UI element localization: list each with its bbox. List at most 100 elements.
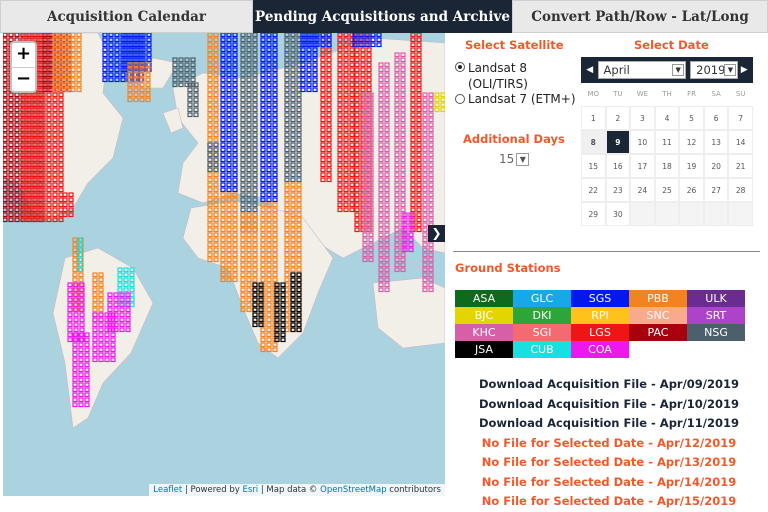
station-chip-pbb[interactable]: PBB <box>629 290 687 307</box>
station-chip-bjc[interactable]: BJC <box>455 307 513 324</box>
calendar-day[interactable]: 26 <box>679 178 704 202</box>
download-file-link[interactable]: Download Acquisition File - Apr/11/2019 <box>453 414 765 434</box>
calendar-day[interactable]: 23 <box>605 178 631 202</box>
osm-link[interactable]: OpenStreetMap <box>320 485 386 495</box>
calendar-grid: MO TU WE TH FR SA SU 1 2 3 4 5 6 7 8 9 10 11 12 13 14 15 16 17 1… <box>581 83 753 226</box>
calendar-day[interactable]: 28 <box>728 178 753 202</box>
station-chip-ulk[interactable]: ULK <box>687 290 745 307</box>
calendar-day[interactable]: 30 <box>605 202 631 226</box>
station-chip-khc[interactable]: KHC <box>455 324 513 341</box>
calendar-day[interactable]: 21 <box>728 154 753 178</box>
station-chip-snc[interactable]: SNC <box>629 307 687 324</box>
calendar-day[interactable]: 24 <box>630 178 655 202</box>
station-chip-coa[interactable]: COA <box>571 341 629 358</box>
calendar-day[interactable]: 20 <box>703 154 729 178</box>
calendar-empty-cell <box>630 202 655 226</box>
calendar-day[interactable]: 29 <box>581 202 606 226</box>
calendar-day[interactable]: 5 <box>679 106 704 130</box>
chevron-down-icon[interactable]: ▼ <box>724 64 737 76</box>
calendar-day[interactable]: 19 <box>679 154 704 178</box>
download-file-link[interactable]: Download Acquisition File - Apr/10/2019 <box>453 395 765 415</box>
calendar-day[interactable]: 4 <box>654 106 680 130</box>
calendar-empty-cell <box>679 202 704 226</box>
tab-acquisition-calendar[interactable]: Acquisition Calendar <box>0 0 253 33</box>
map-attribution: Leaflet | Powered by Esri | Map data © O… <box>149 484 445 496</box>
chevron-down-icon[interactable]: ▼ <box>672 64 685 76</box>
station-chip-sgi[interactable]: SGI <box>513 324 571 341</box>
tab-bar: Acquisition Calendar Pending Acquisition… <box>0 0 768 33</box>
leaflet-link[interactable]: Leaflet <box>153 485 182 495</box>
calendar-day[interactable]: 7 <box>728 106 753 130</box>
no-file-notice: No File for Selected Date - Apr/12/2019 <box>481 435 737 450</box>
calendar-empty-cell <box>728 202 753 226</box>
select-satellite-title: Select Satellite <box>465 38 564 52</box>
calendar-day[interactable]: 2 <box>605 106 631 130</box>
month-select[interactable]: April ▼ <box>597 61 687 79</box>
satellite-option-label: Landsat 8 (OLI/TIRS) <box>468 61 528 91</box>
zoom-in-button[interactable]: + <box>12 43 35 67</box>
download-file-link[interactable]: Download Acquisition File - Apr/09/2019 <box>453 375 765 395</box>
calendar-day[interactable]: 6 <box>703 106 729 130</box>
calendar-day[interactable]: 14 <box>728 130 753 154</box>
station-chip-rpi[interactable]: RPI <box>571 307 629 324</box>
calendar-header: ◀ April ▼ 2019 ▼ ▶ <box>581 57 753 83</box>
station-chip-lgs[interactable]: LGS <box>571 324 629 341</box>
station-chip-dki[interactable]: DKI <box>513 307 571 324</box>
weekday-header: TU <box>613 90 623 98</box>
station-chip-glc[interactable]: GLC <box>513 290 571 307</box>
calendar-day[interactable]: 9 <box>605 130 631 154</box>
tab-convert-path-row[interactable]: Convert Path/Row - Lat/Long <box>512 0 768 33</box>
station-chip-nsg[interactable]: NSG <box>687 324 745 341</box>
calendar-day[interactable]: 12 <box>679 130 704 154</box>
satellite-option-landsat8[interactable]: Landsat 8 (OLI/TIRS) <box>455 60 575 92</box>
prev-month-icon[interactable]: ◀ <box>584 65 596 75</box>
station-chip-srt[interactable]: SRT <box>687 307 745 324</box>
calendar-day[interactable]: 10 <box>630 130 655 154</box>
station-chip-cub[interactable]: CUB <box>513 341 571 358</box>
weekday-header: SU <box>735 90 746 98</box>
zoom-out-button[interactable]: − <box>12 67 35 91</box>
calendar-day[interactable]: 3 <box>630 106 655 130</box>
weekday-header: WE <box>636 90 649 98</box>
radio-selected-icon[interactable] <box>455 62 465 72</box>
weekday-header: TH <box>662 90 672 98</box>
additional-days-value: 15 <box>499 152 515 166</box>
additional-days-select[interactable]: 15 ▼ <box>499 152 530 166</box>
calendar-day[interactable]: 22 <box>581 178 606 202</box>
next-month-icon[interactable]: ▶ <box>738 65 750 75</box>
year-select[interactable]: 2019 ▼ <box>690 61 739 79</box>
chevron-down-icon[interactable]: ▼ <box>516 152 530 166</box>
acquisition-file-list: Download Acquisition File - Apr/09/2019 D… <box>453 375 765 512</box>
ground-stations-title: Ground Stations <box>455 261 561 275</box>
station-chip-pac[interactable]: PAC <box>629 324 687 341</box>
calendar-day[interactable]: 11 <box>654 130 680 154</box>
date-picker: ◀ April ▼ 2019 ▼ ▶ MO TU WE TH FR SA SU 1 2 3 4 5 6 7… <box>581 57 753 226</box>
no-file-notice: No File for Selected Date - Apr/14/2019 <box>481 474 737 489</box>
tab-pending-acquisitions[interactable]: Pending Acquisitions and Archive <box>253 0 512 33</box>
side-panel: Select Satellite Landsat 8 (OLI/TIRS) La… <box>453 33 765 508</box>
acquisition-map[interactable]: + − Leaflet | Powered by Esri | Map data… <box>3 33 445 496</box>
station-chip-jsa[interactable]: JSA <box>455 341 513 358</box>
esri-link[interactable]: Esri <box>243 485 259 495</box>
year-value: 2019 <box>696 63 726 77</box>
chevron-right-icon[interactable]: ❯ <box>428 225 445 242</box>
calendar-day[interactable]: 27 <box>703 178 729 202</box>
radio-unselected-icon[interactable] <box>455 94 465 104</box>
calendar-day[interactable]: 15 <box>581 154 606 178</box>
calendar-day[interactable]: 8 <box>581 130 606 154</box>
station-chip-sgs[interactable]: SGS <box>571 290 629 307</box>
weekday-header: FR <box>687 90 696 98</box>
calendar-day[interactable]: 17 <box>630 154 655 178</box>
attribution-text: | Map data © <box>258 485 321 495</box>
calendar-day[interactable]: 18 <box>654 154 680 178</box>
calendar-day[interactable]: 25 <box>654 178 680 202</box>
divider <box>453 251 760 252</box>
attribution-text: contributors <box>386 485 441 495</box>
calendar-day[interactable]: 1 <box>581 106 606 130</box>
station-chip-asa[interactable]: ASA <box>455 290 513 307</box>
calendar-day[interactable]: 13 <box>703 130 729 154</box>
satellite-option-landsat7[interactable]: Landsat 7 (ETM+) <box>455 92 576 106</box>
calendar-empty-cell <box>654 202 680 226</box>
map-canvas <box>3 33 445 429</box>
calendar-day[interactable]: 16 <box>605 154 631 178</box>
